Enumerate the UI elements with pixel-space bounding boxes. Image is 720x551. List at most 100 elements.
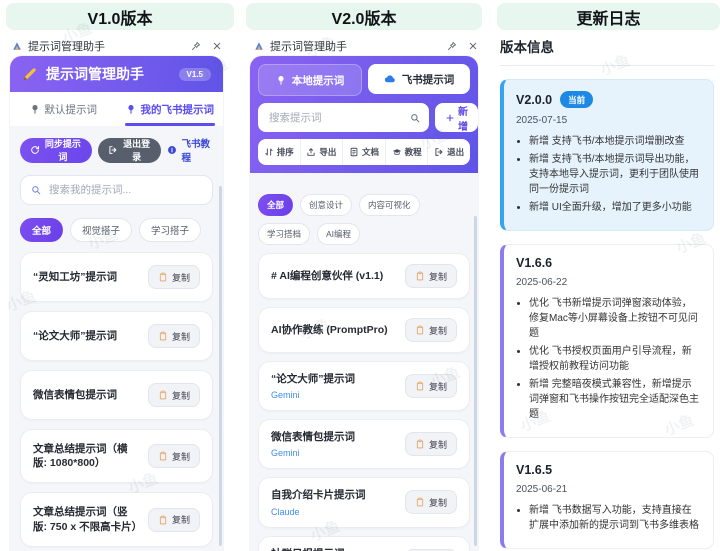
tab-feishu-prompts[interactable]: 飞书提示词 — [368, 64, 470, 94]
banner-v2: V2.0版本 — [246, 3, 482, 30]
copy-button-label: 复制 — [172, 450, 190, 463]
clipboard-icon — [415, 325, 425, 335]
prompt-title: 文章总结提示词（竖版: 750 x 不限高卡片） — [33, 505, 140, 533]
sort-icon — [264, 147, 274, 157]
copy-button-label: 复制 — [172, 330, 190, 343]
v1-search-input[interactable] — [47, 183, 202, 197]
release-date: 2025-06-22 — [516, 277, 701, 288]
list-item: 文章总结提示词（横版: 1080*800） 复制 — [20, 429, 213, 483]
copy-button-label: 复制 — [172, 271, 190, 284]
version-badge: V1.5 — [179, 68, 211, 81]
sync-prompts-button[interactable]: 同步提示词 — [20, 138, 92, 163]
clipboard-icon — [158, 331, 168, 341]
copy-button[interactable]: 复制 — [148, 324, 200, 348]
toolbar-export[interactable]: 导出 — [300, 139, 343, 165]
v2-popup-titlebar: 提示词管理助手 — [254, 38, 478, 54]
list-item: 微信表情包提示词 Gemini 复制 — [258, 419, 470, 469]
close-icon[interactable] — [212, 41, 222, 51]
toolbar-tutorial[interactable]: 教程 — [385, 139, 428, 165]
copy-button[interactable]: 复制 — [405, 264, 457, 288]
list-item: “论文大师”提示词 Gemini 复制 — [258, 361, 470, 411]
add-button-label: 新增 — [458, 103, 468, 133]
v1-header: 提示词管理助手 V1.5 — [10, 56, 223, 92]
release-date: 2025-06-21 — [516, 484, 701, 495]
copy-button[interactable]: 复制 — [148, 265, 200, 289]
tab-my-feishu-prompts[interactable]: 我的飞书提示词 — [117, 92, 224, 126]
prompt-title: AI协作教练 (PromptPro) — [271, 323, 397, 337]
lightbulb-icon — [30, 104, 40, 114]
chip-all[interactable]: 全部 — [20, 218, 63, 242]
plus-icon — [445, 113, 455, 123]
search-icon — [31, 185, 41, 195]
pin-icon[interactable] — [191, 41, 201, 51]
v2-popup-panel: 本地提示词 飞书提示词 新增 同步 — [250, 56, 478, 551]
logout-button-label: 退出登录 — [122, 137, 152, 163]
copy-button[interactable]: 复制 — [148, 444, 200, 468]
extension-logo-icon — [254, 41, 264, 51]
chip-all[interactable]: 全部 — [258, 194, 293, 216]
release-note: 优化 飞书新增提示词弹窗滚动体验，修复Mac等小屏幕设备上按钮不可见问题 — [529, 296, 701, 341]
feishu-tutorial-link[interactable]: 飞书教程 — [167, 136, 213, 164]
model-tag: Claude — [271, 507, 397, 517]
chip-study-partner[interactable]: 学习搭子 — [139, 218, 201, 242]
toolbar-sort[interactable]: 排序 — [258, 139, 300, 165]
copy-button-label: 复制 — [429, 496, 447, 509]
copy-button[interactable]: 复制 — [148, 508, 200, 532]
logout-button[interactable]: 退出登录 — [98, 138, 162, 163]
release-note: 新增 支持飞书/本地提示词增删改查 — [529, 134, 701, 149]
scrollbar[interactable] — [219, 186, 222, 546]
chip-content-visualization[interactable]: 内容可视化 — [359, 194, 420, 216]
prompt-title: “论文大师”提示词 — [33, 329, 140, 343]
copy-button[interactable]: 复制 — [405, 432, 457, 456]
version-card-list: V2.0.0 当前 2025-07-15 新增 支持飞书/本地提示词增删改查 新… — [500, 79, 714, 549]
tab-local-prompts[interactable]: 本地提示词 — [258, 64, 362, 96]
current-badge: 当前 — [560, 91, 593, 108]
v2-toolbar: 排序 导出 文档 教程 退出 — [258, 139, 470, 165]
prompt-title: 微信表情包提示词 — [33, 388, 140, 402]
tab-default-prompts[interactable]: 默认提示词 — [10, 92, 117, 126]
tab-label: 飞书提示词 — [402, 72, 455, 87]
release-note: 新增 飞书数据写入功能，支持直接在扩展中添加新的提示词到飞书多维表格 — [529, 503, 701, 533]
close-icon[interactable] — [468, 41, 478, 51]
v1-prompt-list: “灵知工坊”提示词 复制 “论文大师”提示词 复制 微信表情包提示词 — [20, 252, 213, 551]
info-icon — [167, 145, 177, 155]
pencil-icon — [22, 66, 38, 82]
release-notes: 新增 飞书数据写入功能，支持直接在扩展中添加新的提示词到飞书多维表格 — [516, 503, 701, 533]
add-prompt-button[interactable]: 新增 — [435, 103, 478, 132]
copy-button[interactable]: 复制 — [405, 374, 457, 398]
clipboard-icon — [158, 390, 168, 400]
clipboard-icon — [158, 451, 168, 461]
banner-changelog: 更新日志 — [497, 3, 720, 30]
prompt-title: # AI编程创意伙伴 (v1.1) — [271, 269, 397, 283]
pin-icon[interactable] — [447, 41, 457, 51]
clipboard-icon — [158, 515, 168, 525]
toolbar-label: 导出 — [319, 146, 336, 158]
version-number: V1.6.6 — [516, 256, 552, 270]
banner-v1: V1.0版本 — [6, 3, 234, 30]
release-note: 新增 完整暗夜模式兼容性，新增提示词弹窗和飞书操作按钮完全适配深色主题 — [529, 377, 701, 422]
version-number: V2.0.0 — [516, 93, 552, 107]
chip-visual-partner[interactable]: 视觉搭子 — [70, 218, 132, 242]
chip-study-partner[interactable]: 学习搭档 — [258, 223, 310, 245]
copy-button[interactable]: 复制 — [148, 383, 200, 407]
search-icon — [410, 113, 420, 123]
cloud-icon — [384, 73, 396, 85]
graduation-cap-icon — [392, 147, 402, 157]
v1-body: 同步提示词 退出登录 飞书教程 全部 视觉搭子 学习搭子 — [10, 126, 223, 551]
toolbar-exit[interactable]: 退出 — [427, 139, 470, 165]
chip-ai-coding[interactable]: AI编程 — [317, 223, 360, 245]
toolbar-label: 文档 — [362, 146, 379, 158]
toolbar-docs[interactable]: 文档 — [342, 139, 385, 165]
copy-button-label: 复制 — [429, 270, 447, 283]
version-card-v1-6-5: V1.6.5 2025-06-21 新增 飞书数据写入功能，支持直接在扩展中添加… — [500, 451, 714, 549]
copy-button[interactable]: 复制 — [405, 318, 457, 342]
extension-logo-icon — [12, 41, 22, 51]
v1-action-row: 同步提示词 退出登录 飞书教程 — [20, 136, 213, 164]
v2-search-input[interactable] — [267, 111, 406, 125]
toolbar-label: 排序 — [277, 146, 294, 158]
copy-button[interactable]: 复制 — [405, 490, 457, 514]
tab-label: 我的飞书提示词 — [141, 102, 215, 117]
model-tag: Gemini — [271, 390, 397, 400]
chip-creative-design[interactable]: 创意设计 — [300, 194, 352, 216]
scrollbar[interactable] — [474, 216, 477, 546]
